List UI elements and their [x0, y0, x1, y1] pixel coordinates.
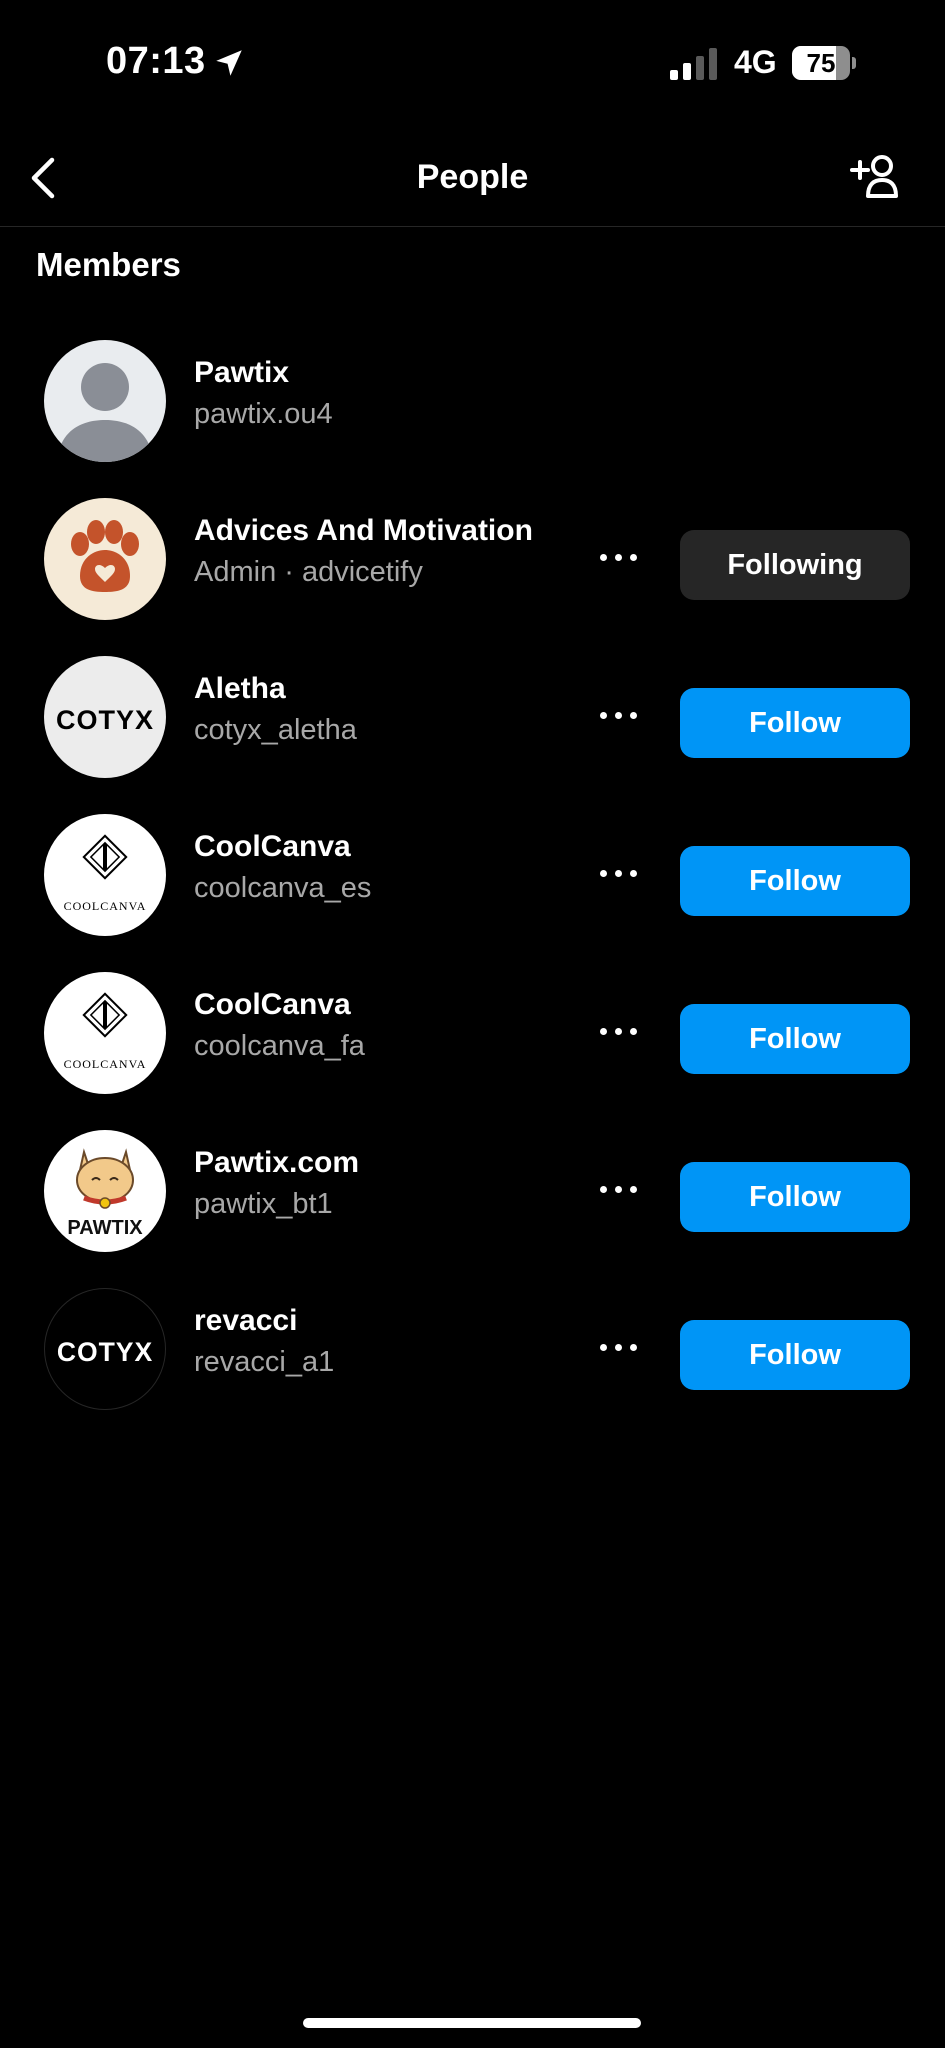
member-name: Advices And Motivation [194, 514, 533, 547]
follow-button[interactable]: Follow [680, 1162, 910, 1232]
svg-text:COOLCANVA: COOLCANVA [64, 899, 147, 913]
member-username: coolcanva_fa [194, 1030, 365, 1062]
coolcanva-logo-avatar[interactable]: COOLCANVA [44, 972, 166, 1094]
member-name: Pawtix [194, 356, 290, 389]
member-name: Aletha [194, 672, 286, 705]
follow-button[interactable]: Follow [680, 688, 910, 758]
cotyx-logo-avatar[interactable]: COTYX [44, 656, 166, 778]
follow-button[interactable]: Follow [680, 1004, 910, 1074]
coolcanva-logo-avatar[interactable]: COOLCANVA [44, 814, 166, 936]
paw-print-avatar[interactable] [44, 498, 166, 620]
follow-button[interactable]: Follow [680, 1320, 910, 1390]
member-username: revacci_a1 [194, 1346, 335, 1378]
member-row[interactable]: Pawtix pawtix.ou4 [0, 320, 945, 478]
svg-text:PAWTIX: PAWTIX [67, 1217, 143, 1239]
follow-button[interactable]: Follow [680, 846, 910, 916]
members-section-title: Members [36, 246, 181, 283]
pawtix-cat-avatar[interactable]: PAWTIX [44, 1130, 166, 1252]
member-name: CoolCanva [194, 988, 351, 1021]
member-row[interactable]: Advices And Motivation Admin · advicetif… [0, 478, 945, 636]
more-options-icon[interactable] [596, 1014, 642, 1050]
more-options-icon[interactable] [596, 1330, 642, 1366]
cotyx-logo-avatar[interactable]: COTYX [44, 1288, 166, 1410]
more-options-icon[interactable] [596, 698, 642, 734]
member-row[interactable]: COTYX Aletha cotyx_aletha Follow [0, 636, 945, 794]
network-type: 4G [734, 44, 777, 80]
navigation-header: People [0, 130, 945, 227]
member-row[interactable]: COTYX revacci revacci_a1 Follow [0, 1268, 945, 1426]
more-options-icon[interactable] [596, 1172, 642, 1208]
member-row[interactable]: PAWTIX Pawtix.com pawtix_bt1 Follow [0, 1110, 945, 1268]
svg-text:COOLCANVA: COOLCANVA [64, 1057, 147, 1071]
location-arrow-icon [216, 50, 242, 76]
member-username: pawtix.ou4 [194, 398, 333, 430]
following-button[interactable]: Following [680, 530, 910, 600]
page-title: People [416, 158, 529, 196]
status-bar: 07:13 4G 75 [0, 0, 945, 130]
member-username: cotyx_aletha [194, 714, 357, 746]
member-username: pawtix_bt1 [194, 1188, 333, 1220]
member-username: coolcanva_es [194, 872, 372, 904]
battery-icon: 75 [792, 46, 856, 80]
battery-level: 75 [806, 48, 836, 78]
more-options-icon[interactable] [596, 856, 642, 892]
svg-text:COTYX: COTYX [56, 705, 154, 735]
member-row[interactable]: COOLCANVA CoolCanva coolcanva_fa Follow [0, 952, 945, 1110]
status-time: 07:13 [106, 40, 206, 82]
member-row[interactable]: COOLCANVA CoolCanva coolcanva_es Follow [0, 794, 945, 952]
member-name: revacci [194, 1304, 298, 1337]
more-options-icon[interactable] [596, 540, 642, 576]
home-indicator[interactable] [303, 2018, 641, 2028]
add-person-icon[interactable] [848, 152, 902, 200]
member-name: CoolCanva [194, 830, 351, 863]
member-role-username: Admin · advicetify [194, 556, 423, 588]
signal-icon [670, 48, 717, 80]
member-name: Pawtix.com [194, 1146, 360, 1179]
default-user-avatar[interactable] [44, 340, 166, 462]
svg-text:COTYX: COTYX [57, 1337, 153, 1367]
